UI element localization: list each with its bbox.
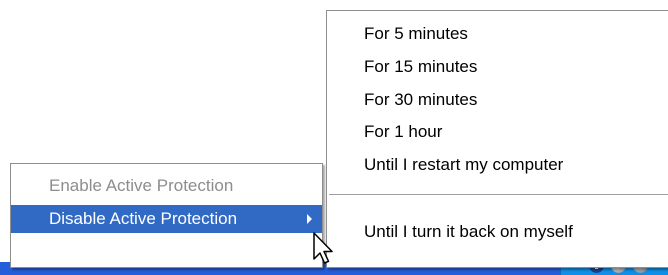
menu-item-enable-active-protection[interactable]: Enable Active Protection xyxy=(11,172,322,200)
disable-duration-submenu: For 5 minutes For 15 minutes For 30 minu… xyxy=(326,10,668,268)
submenu-item-until-turned-on[interactable]: Until I turn it back on myself xyxy=(327,218,668,246)
menu-separator xyxy=(329,194,668,195)
submenu-item-until-restart[interactable]: Until I restart my computer xyxy=(327,151,668,179)
submenu-item-5-minutes[interactable]: For 5 minutes xyxy=(327,20,668,48)
submenu-arrow-icon xyxy=(307,214,312,224)
submenu-item-15-minutes[interactable]: For 15 minutes xyxy=(327,53,668,81)
mouse-cursor-icon xyxy=(313,232,333,264)
menu-item-label: Disable Active Protection xyxy=(49,209,238,228)
submenu-item-1-hour[interactable]: For 1 hour xyxy=(327,118,668,146)
tray-context-menu: Enable Active Protection Disable Active … xyxy=(10,163,323,268)
menu-item-disable-active-protection[interactable]: Disable Active Protection xyxy=(11,205,322,233)
submenu-item-30-minutes[interactable]: For 30 minutes xyxy=(327,86,668,114)
